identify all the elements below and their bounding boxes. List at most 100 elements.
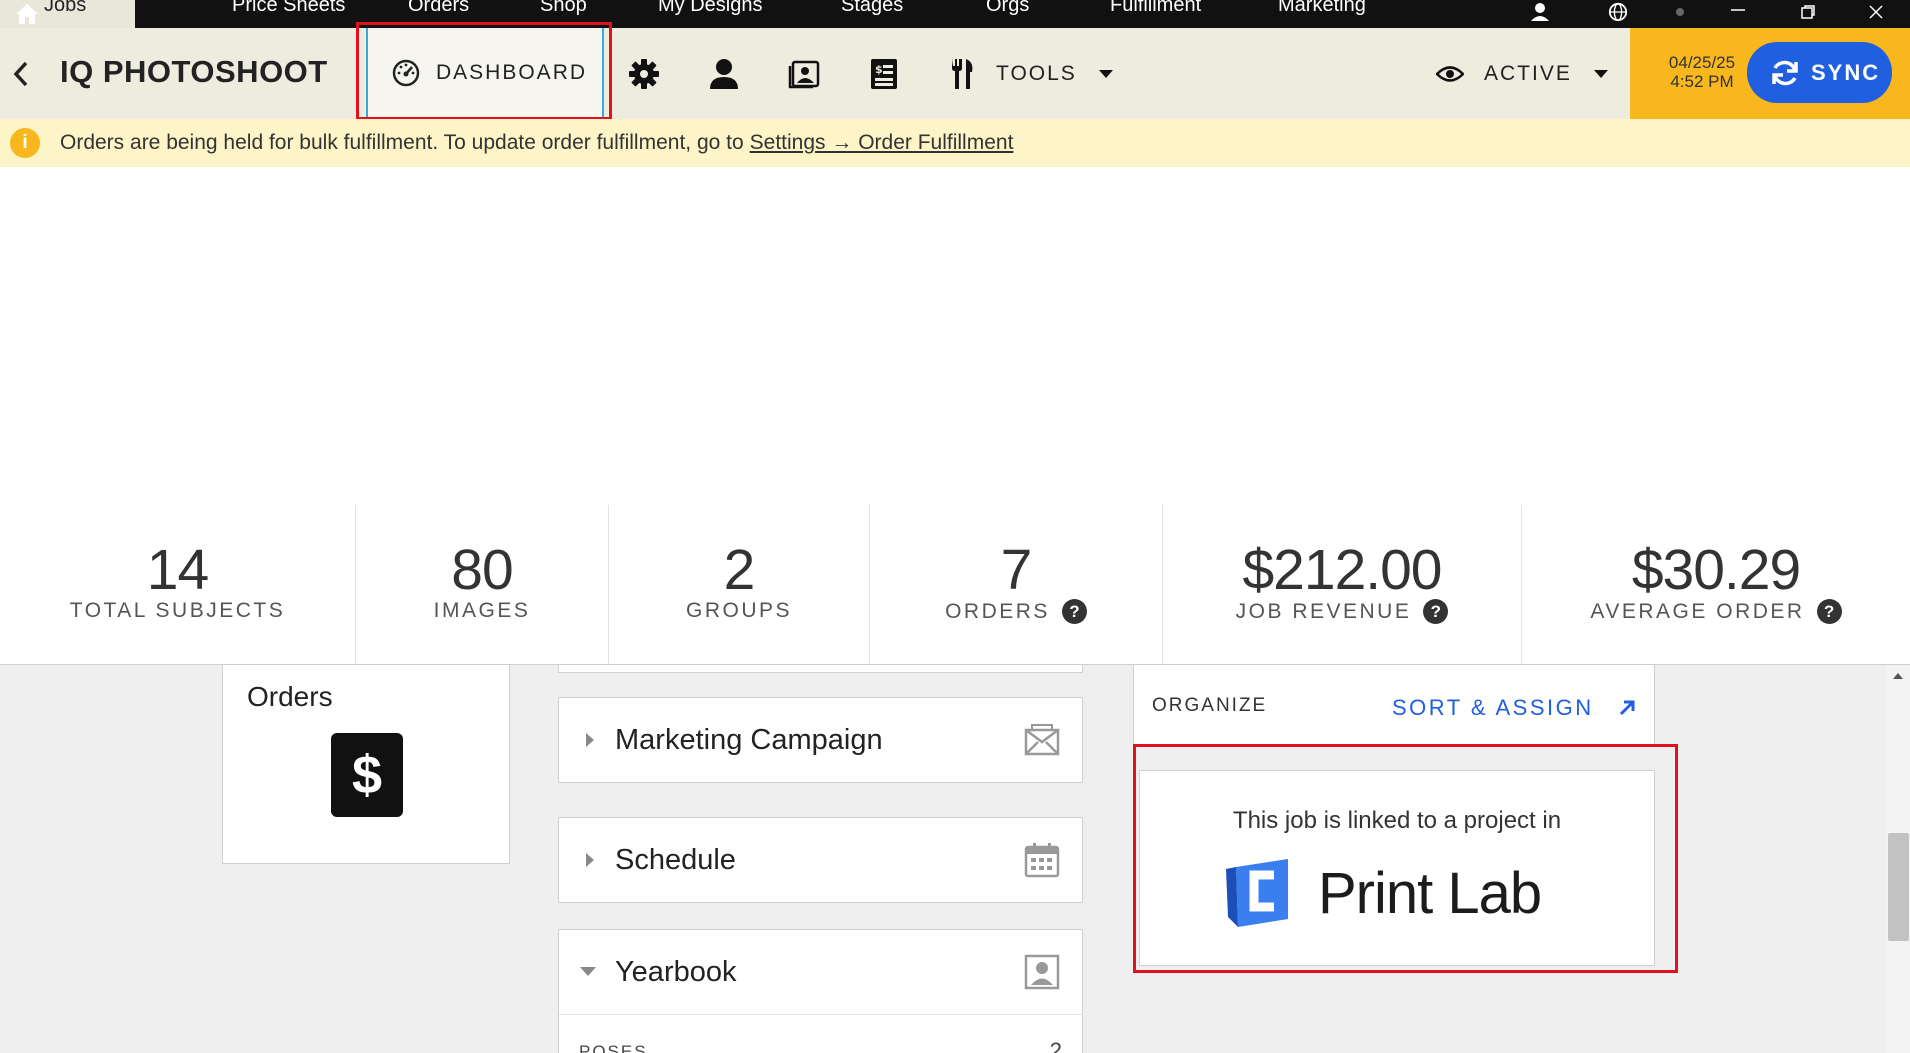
status-dot (1668, 2, 1692, 22)
home-icon (16, 4, 38, 24)
stat-value: $212.00 (1242, 538, 1442, 602)
help-icon[interactable]: ? (1061, 599, 1087, 624)
subjects-button[interactable] (704, 54, 744, 94)
stat-label: IMAGES (433, 599, 531, 622)
restore-icon (1801, 5, 1815, 19)
sort-assign-link[interactable]: SORT & ASSIGN (1392, 695, 1636, 721)
stat-label-wrap: GROUPS (609, 599, 869, 623)
organize-panel: ORGANIZE SORT & ASSIGN (1133, 665, 1655, 745)
stat-label: AVERAGE ORDER (1590, 599, 1805, 623)
status-dropdown[interactable]: ACTIVE (1436, 54, 1608, 94)
envelope-icon (1022, 720, 1062, 760)
stat-label-wrap: ORDERS? (870, 599, 1162, 624)
stat-value: 80 (451, 538, 513, 602)
stat-average-order: $30.29 AVERAGE ORDER? (1522, 505, 1910, 665)
svg-text:$: $ (875, 63, 883, 76)
photo-album-icon (788, 60, 820, 89)
stat-label-wrap: JOB REVENUE? (1163, 599, 1521, 624)
nav-fulfillment[interactable]: Fulfillment (1110, 0, 1201, 17)
job-stats: 14 TOTAL SUBJECTS 80 IMAGES 2 GROUPS 7 O… (0, 505, 1910, 665)
scroll-up-icon[interactable] (1893, 673, 1903, 679)
last-sync-timestamp: 04/25/25 4:52 PM (1662, 53, 1742, 91)
price-list-button[interactable]: $ (864, 54, 904, 94)
stat-job-revenue: $212.00 JOB REVENUE? (1163, 505, 1521, 665)
info-icon: i (10, 128, 40, 158)
stat-label: ORDERS (945, 599, 1050, 623)
nav-orgs[interactable]: Orgs (986, 0, 1029, 17)
tools-icon (952, 59, 973, 89)
sync-button[interactable]: SYNC (1747, 42, 1892, 103)
stat-label: TOTAL SUBJECTS (69, 599, 286, 622)
stat-label-wrap: TOTAL SUBJECTS (0, 599, 355, 623)
orders-card-title: Orders (247, 681, 333, 712)
back-button[interactable] (6, 58, 36, 90)
tools-dropdown[interactable]: TOOLS (948, 54, 1113, 94)
vertical-scrollbar[interactable] (1887, 665, 1910, 1053)
globe-icon (1608, 2, 1628, 22)
minimize-icon (1731, 9, 1745, 11)
external-arrow-icon (1619, 700, 1635, 716)
dashboard-content: Orders $ Marketing Campaign Schedule Yea… (0, 665, 1910, 1053)
stat-total-subjects: 14 TOTAL SUBJECTS (0, 505, 355, 665)
sync-time: 4:52 PM (1670, 72, 1734, 91)
close-icon (1869, 5, 1883, 19)
scrollbar-thumb[interactable] (1888, 833, 1909, 941)
stat-groups: 2 GROUPS (609, 505, 869, 665)
yearbook-accordion[interactable]: Yearbook POSES 2 (558, 929, 1083, 1053)
stat-value: 14 (146, 538, 209, 602)
language-button[interactable] (1606, 2, 1630, 22)
stat-label-wrap: AVERAGE ORDER? (1522, 599, 1910, 624)
portrait-icon (1022, 952, 1062, 992)
user-account-button[interactable] (1528, 2, 1552, 22)
schedule-accordion[interactable]: Schedule (558, 817, 1083, 903)
caret-down-icon (1098, 70, 1113, 78)
close-window-button[interactable] (1864, 2, 1888, 22)
status-label: ACTIVE (1484, 62, 1572, 85)
sync-date: 04/25/25 (1668, 53, 1736, 72)
printlab-highlight (1133, 744, 1678, 973)
order-fulfillment-settings-link[interactable]: Settings → Order Fulfillment (750, 131, 1014, 155)
nav-stages[interactable]: Stages (841, 0, 903, 17)
dashboard-highlight (356, 22, 612, 120)
invoice-icon: $ (871, 59, 897, 89)
sort-assign-label: SORT & ASSIGN (1392, 695, 1594, 720)
chevron-left-icon (13, 61, 28, 87)
caret-right-icon (586, 853, 594, 867)
tools-label: TOOLS (996, 62, 1077, 85)
nav-shop[interactable]: Shop (540, 0, 587, 17)
stat-value: 2 (723, 538, 756, 602)
nav-price-sheets[interactable]: Price Sheets (232, 0, 345, 17)
caret-down-icon (580, 967, 596, 976)
photos-button[interactable] (784, 54, 824, 94)
sync-area: 04/25/25 4:52 PM SYNC (1630, 28, 1910, 119)
nav-orders[interactable]: Orders (408, 0, 469, 17)
accordion-divider (559, 1014, 1082, 1015)
accordion-above (558, 665, 1083, 673)
sync-label: SYNC (1811, 59, 1881, 85)
person-icon (710, 59, 738, 89)
accordion-label: Schedule (615, 844, 736, 876)
stat-label: GROUPS (685, 599, 792, 622)
nav-my-designs[interactable]: My Designs (658, 0, 762, 17)
marketing-campaign-accordion[interactable]: Marketing Campaign (558, 697, 1083, 783)
top-nav: Jobs Price Sheets Orders Shop My Designs… (0, 0, 1910, 28)
poses-count: 2 (1049, 1038, 1062, 1053)
nav-marketing[interactable]: Marketing (1278, 0, 1366, 17)
accordion-label: Yearbook (615, 956, 737, 988)
stat-value: 7 (1000, 538, 1033, 602)
job-title: IQ PHOTOSHOOT (60, 54, 328, 89)
stat-images: 80 IMAGES (356, 505, 608, 665)
gear-icon (629, 59, 659, 89)
caret-down-icon (1593, 70, 1608, 78)
minimize-button[interactable] (1726, 2, 1750, 22)
help-icon[interactable]: ? (1816, 599, 1842, 624)
help-icon[interactable]: ? (1423, 599, 1449, 624)
accordion-label: Marketing Campaign (615, 724, 883, 756)
user-icon (1531, 3, 1549, 21)
restore-button[interactable] (1796, 2, 1820, 22)
stat-value: $30.29 (1631, 538, 1801, 602)
orders-card[interactable]: Orders $ (222, 665, 510, 864)
fulfillment-banner: i Orders are being held for bulk fulfill… (0, 119, 1910, 167)
poses-label: POSES (579, 1042, 648, 1053)
settings-button[interactable] (624, 54, 664, 94)
